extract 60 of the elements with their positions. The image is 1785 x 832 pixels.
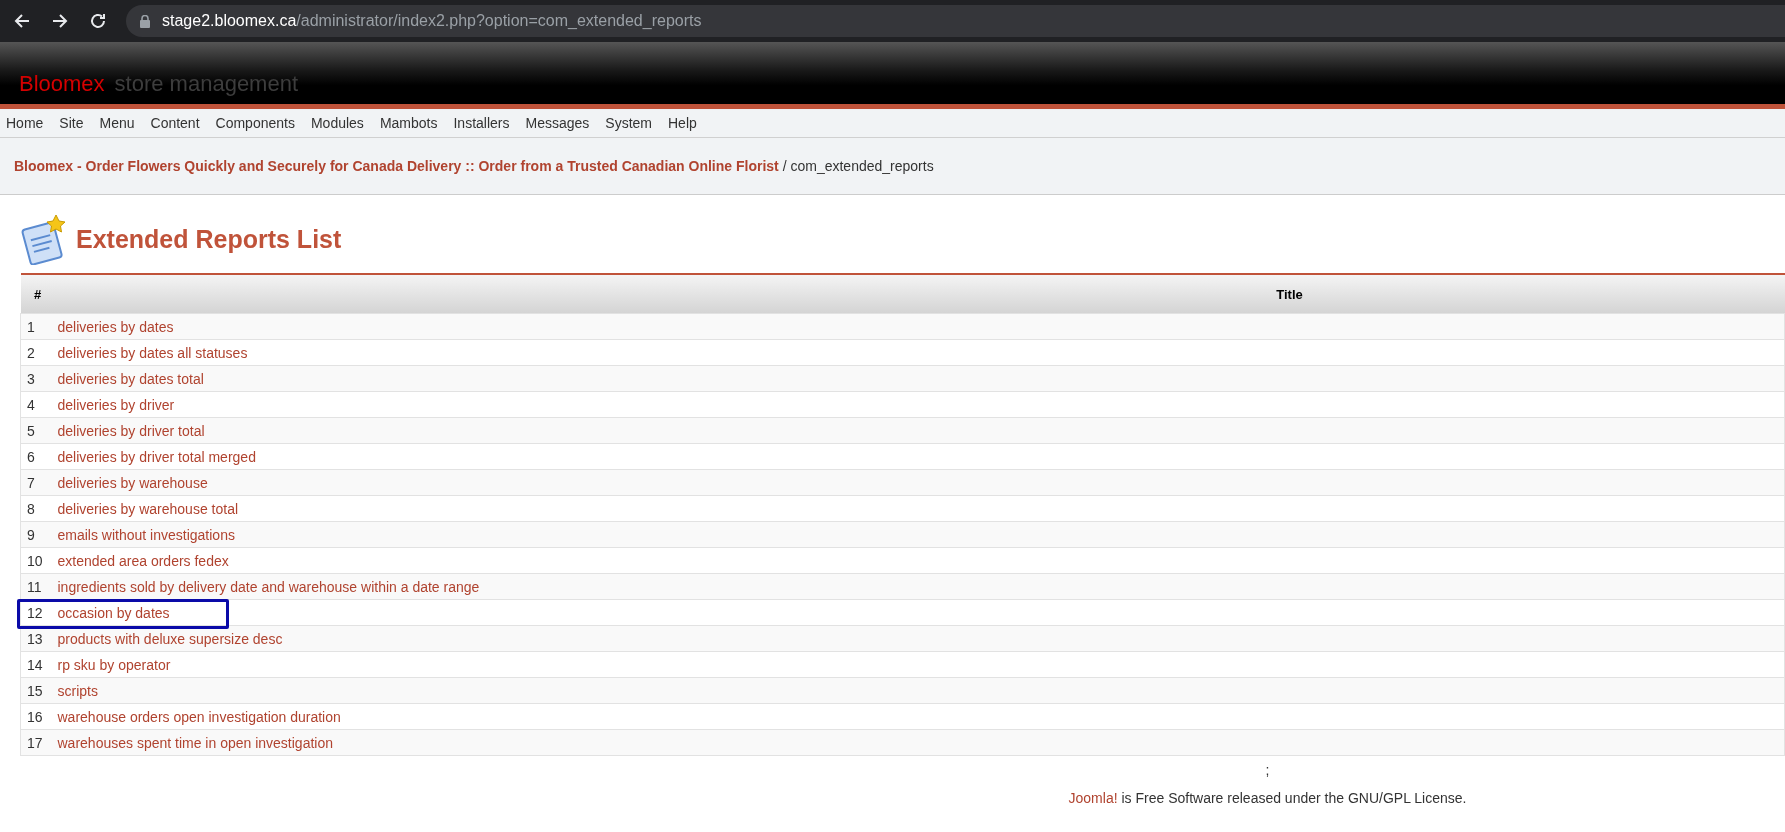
page-title: Extended Reports List — [76, 224, 342, 254]
license-text: Joomla! is Free Software released under the GNU/GPL License. — [1067, 790, 1468, 806]
report-link[interactable]: products with deluxe supersize desc — [57, 630, 283, 647]
menu-item[interactable]: Messages — [525, 115, 590, 131]
report-link[interactable]: deliveries by driver — [57, 396, 175, 413]
row-number: 5 — [20, 417, 56, 444]
breadcrumb-link[interactable]: Bloomex - Order Flowers Quickly and Securely for Canada Delivery :: Order from a Trusted Canadian Online Florist — [14, 158, 779, 174]
row-number: 15 — [20, 677, 56, 704]
row-number: 7 — [20, 469, 56, 496]
document-star-icon — [20, 213, 68, 265]
menu-item[interactable]: Help — [668, 115, 697, 131]
row-number: 6 — [20, 443, 56, 470]
menu-item[interactable]: Modules — [310, 115, 364, 131]
menu-item[interactable]: Menu — [99, 115, 135, 131]
report-link[interactable]: emails without investigations — [57, 526, 235, 543]
reload-icon[interactable] — [88, 11, 108, 31]
lock-icon — [140, 14, 150, 28]
row-number: 17 — [20, 729, 56, 756]
header-subtitle: store management — [114, 71, 299, 97]
menu-item[interactable]: System — [605, 115, 652, 131]
row-number: 4 — [20, 391, 56, 418]
report-link[interactable]: deliveries by warehouse — [57, 474, 208, 491]
report-link[interactable]: occasion by dates — [57, 604, 170, 621]
report-link[interactable]: extended area orders fedex — [57, 552, 229, 569]
report-link[interactable]: rp sku by operator — [57, 656, 171, 673]
separator-text: ; — [1265, 762, 1270, 778]
row-number: 10 — [20, 547, 56, 574]
report-link[interactable]: scripts — [57, 682, 98, 699]
row-number: 1 — [20, 313, 56, 340]
menu-item[interactable]: Components — [215, 115, 295, 131]
joomla-link[interactable]: Joomla! — [1068, 790, 1118, 806]
menu-item[interactable]: Installers — [453, 115, 510, 131]
report-link[interactable]: deliveries by dates total — [57, 370, 204, 387]
column-header: Title — [55, 274, 1785, 314]
row-number: 2 — [20, 339, 56, 366]
row-number: 9 — [20, 521, 56, 548]
report-link[interactable]: deliveries by driver total — [57, 422, 205, 439]
menu-item[interactable]: Content — [150, 115, 200, 131]
breadcrumb-current: / com_extended_reports — [781, 158, 934, 174]
menu-item[interactable]: Site — [59, 115, 84, 131]
report-link[interactable]: deliveries by dates all statuses — [57, 344, 248, 361]
report-link[interactable]: warehouses spent time in open investigation — [57, 734, 333, 751]
menu-item[interactable]: Mambots — [379, 115, 438, 131]
row-number: 11 — [20, 573, 56, 600]
report-link[interactable]: deliveries by driver total merged — [57, 448, 256, 465]
row-number: 8 — [20, 495, 56, 522]
row-number: 3 — [20, 365, 56, 392]
brand-name: Bloomex — [19, 71, 105, 97]
menu-item[interactable]: Home — [6, 115, 44, 131]
report-link[interactable]: warehouse orders open investigation duration — [57, 708, 341, 725]
report-link[interactable]: deliveries by warehouse total — [57, 500, 239, 517]
url-text: stage2.bloomex.ca/administrator/index2.php?option=com_extended_reports — [162, 12, 702, 30]
report-link[interactable]: ingredients sold by delivery date and warehouse within a date range — [57, 578, 480, 595]
row-number: 16 — [20, 703, 56, 730]
row-number: 13 — [20, 625, 56, 652]
address-bar[interactable]: stage2.bloomex.ca/administrator/index2.php?option=com_extended_reports — [126, 5, 1785, 37]
row-number: 12 — [20, 599, 56, 626]
report-link[interactable]: deliveries by dates — [57, 318, 174, 335]
row-number: 14 — [20, 651, 56, 678]
column-header: # — [20, 274, 56, 314]
